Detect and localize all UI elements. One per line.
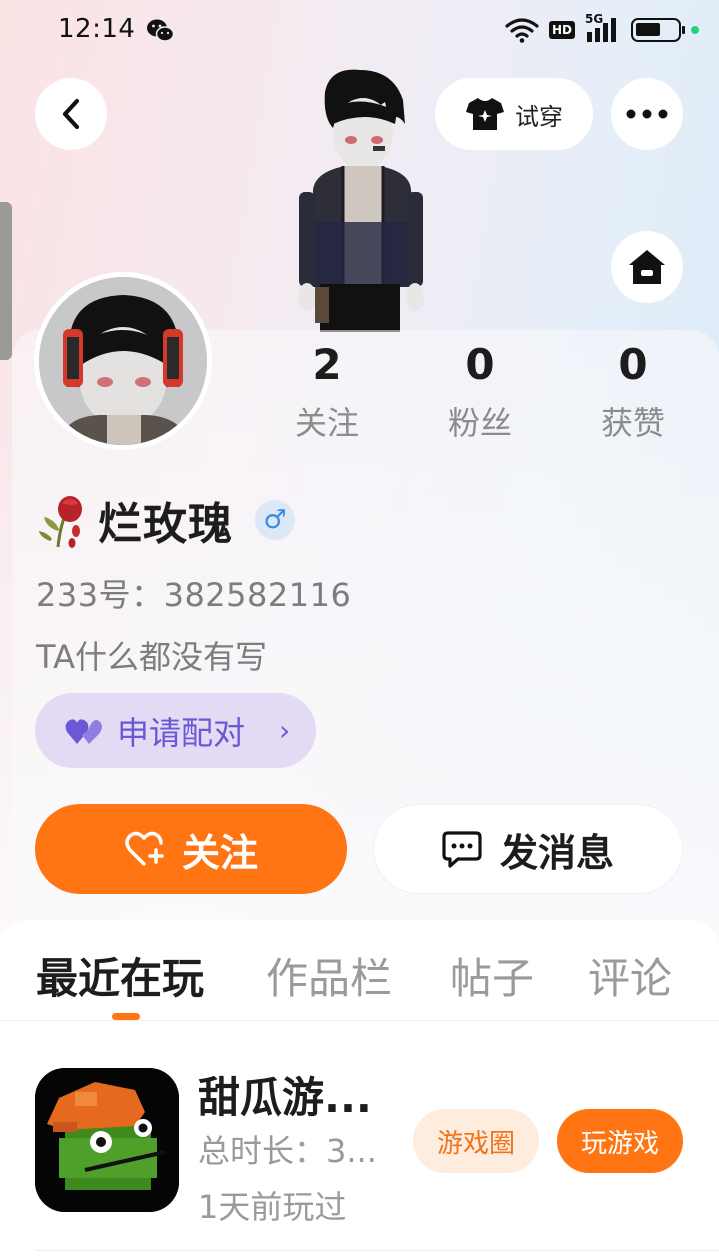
send-message-button[interactable]: 发消息 xyxy=(373,804,683,894)
profile-name: 烂玫瑰 xyxy=(98,499,233,550)
male-gender-icon: ♂ xyxy=(255,500,295,540)
active-tab-indicator xyxy=(112,1013,140,1020)
more-icon xyxy=(626,109,668,119)
pair-label: 申请配对 xyxy=(117,713,246,752)
melon-game-icon xyxy=(35,1068,179,1212)
follow-label: 关注 xyxy=(181,830,258,875)
clock: 12:14 xyxy=(58,14,136,44)
bio-text: TA什么都没有写 xyxy=(36,638,267,676)
wechat-icon xyxy=(147,19,174,42)
shirt-icon xyxy=(466,98,504,130)
user-id[interactable]: 233号：382582116 xyxy=(36,570,351,616)
stat-label: 粉丝 xyxy=(447,404,512,442)
status-icons: HD 5G xyxy=(505,12,699,44)
back-button[interactable] xyxy=(35,78,107,150)
follow-button[interactable]: 关注 xyxy=(35,804,347,894)
stat-value: 0 xyxy=(618,340,648,389)
stat-following[interactable]: 2 关注 xyxy=(267,340,387,444)
heart-plus-icon xyxy=(125,831,164,866)
avatar[interactable] xyxy=(34,272,212,450)
avatar-image xyxy=(39,277,207,445)
tab-posts[interactable]: 帖子 xyxy=(450,945,534,1006)
home-button[interactable] xyxy=(611,231,683,303)
message-label: 发消息 xyxy=(499,830,614,875)
home-icon xyxy=(629,250,665,284)
play-game-button[interactable]: 玩游戏 xyxy=(557,1109,683,1173)
name-row: 烂玫瑰 ♂ xyxy=(36,488,295,552)
stat-value: 2 xyxy=(312,340,342,389)
back-icon xyxy=(62,98,80,130)
wilted-rose-icon xyxy=(39,496,82,548)
chevron-right-icon: › xyxy=(279,714,291,747)
tab-comments[interactable]: 评论 xyxy=(588,945,672,1006)
status-bar: 12:14 HD 5G xyxy=(0,0,719,64)
game-circle-button[interactable]: 游戏圈 xyxy=(413,1109,539,1173)
try-on-label: 试穿 xyxy=(515,102,563,131)
list-divider xyxy=(35,1250,719,1251)
stat-label: 关注 xyxy=(294,404,359,442)
game-icon[interactable] xyxy=(35,1068,179,1212)
game-title[interactable]: 甜瓜游... xyxy=(198,1064,372,1125)
stat-label: 获赞 xyxy=(600,404,665,442)
chat-bubble-icon xyxy=(442,831,482,868)
tab-works[interactable]: 作品栏 xyxy=(266,945,392,1006)
edge-handle[interactable] xyxy=(0,202,12,360)
try-on-button[interactable]: 试穿 xyxy=(435,78,593,150)
game-duration: 总时长：3... xyxy=(198,1132,377,1170)
stat-followers[interactable]: 0 粉丝 xyxy=(420,340,540,444)
game-last-played: 1天前玩过 xyxy=(198,1188,347,1226)
double-heart-icon xyxy=(65,718,102,744)
privacy-indicator xyxy=(691,26,699,34)
hd-badge: HD xyxy=(548,21,575,39)
wifi-icon xyxy=(505,18,539,43)
divider xyxy=(0,1020,719,1021)
stat-value: 0 xyxy=(465,340,495,389)
stat-likes[interactable]: 0 获赞 xyxy=(573,340,693,444)
signal-icon: 5G xyxy=(585,12,621,44)
avatar-figure xyxy=(298,69,424,332)
battery-icon xyxy=(631,18,685,42)
tab-recently-played[interactable]: 最近在玩 xyxy=(36,945,204,1006)
more-button[interactable] xyxy=(611,78,683,150)
request-pair-button[interactable]: 申请配对 › xyxy=(35,693,316,768)
